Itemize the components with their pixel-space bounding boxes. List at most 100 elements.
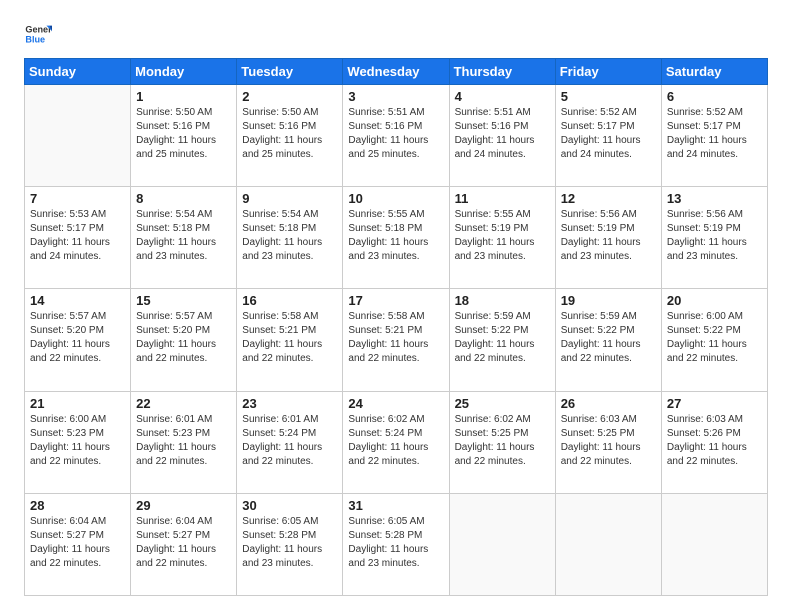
day-number: 25 <box>455 396 550 411</box>
calendar-cell: 22 Sunrise: 6:01 AM Sunset: 5:23 PM Dayli… <box>131 391 237 493</box>
page-header: General Blue <box>24 20 768 48</box>
day-number: 22 <box>136 396 231 411</box>
calendar-cell: 5 Sunrise: 5:52 AM Sunset: 5:17 PM Daylig… <box>555 85 661 187</box>
calendar-cell: 9Sunrise: 5:54 AM Sunset: 5:18 PM Daylig… <box>237 187 343 289</box>
day-number: 21 <box>30 396 125 411</box>
calendar-table: SundayMondayTuesdayWednesdayThursdayFrid… <box>24 58 768 596</box>
calendar-cell: 3 Sunrise: 5:51 AM Sunset: 5:16 PM Daylig… <box>343 85 449 187</box>
day-number: 4 <box>455 89 550 104</box>
day-number: 9 <box>242 191 337 206</box>
calendar-cell: 24Sunrise: 6:02 AM Sunset: 5:24 PM Dayli… <box>343 391 449 493</box>
day-number: 18 <box>455 293 550 308</box>
calendar-week-row: 21Sunrise: 6:00 AM Sunset: 5:23 PM Dayli… <box>25 391 768 493</box>
weekday-header: Tuesday <box>237 59 343 85</box>
day-info: Sunrise: 5:52 AM Sunset: 5:17 PM Dayligh… <box>667 106 762 162</box>
calendar-cell: 30 Sunrise: 6:05 AM Sunset: 5:28 PM Dayli… <box>237 493 343 595</box>
weekday-header-row: SundayMondayTuesdayWednesdayThursdayFrid… <box>25 59 768 85</box>
day-info: Sunrise: 5:58 AM Sunset: 5:21 PM Dayligh… <box>348 310 443 366</box>
calendar-cell: 25 Sunrise: 6:02 AM Sunset: 5:25 PM Dayli… <box>449 391 555 493</box>
day-number: 28 <box>30 498 125 513</box>
calendar-cell <box>449 493 555 595</box>
day-number: 12 <box>561 191 656 206</box>
day-info: Sunrise: 5:57 AM Sunset: 5:20 PM Dayligh… <box>30 310 125 366</box>
calendar-cell: 28 Sunrise: 6:04 AM Sunset: 5:27 PM Dayli… <box>25 493 131 595</box>
day-info: Sunrise: 6:02 AM Sunset: 5:24 PM Dayligh… <box>348 413 443 469</box>
day-number: 16 <box>242 293 337 308</box>
day-info: Sunrise: 5:58 AM Sunset: 5:21 PM Dayligh… <box>242 310 337 366</box>
day-info: Sunrise: 5:55 AM Sunset: 5:19 PM Dayligh… <box>455 208 550 264</box>
logo-icon: General Blue <box>24 20 52 48</box>
day-info: Sunrise: 6:04 AM Sunset: 5:27 PM Dayligh… <box>30 515 125 571</box>
day-info: Sunrise: 5:53 AM Sunset: 5:17 PM Dayligh… <box>30 208 125 264</box>
calendar-cell <box>661 493 767 595</box>
calendar-cell: 8 Sunrise: 5:54 AM Sunset: 5:18 PM Daylig… <box>131 187 237 289</box>
calendar-cell: 31 Sunrise: 6:05 AM Sunset: 5:28 PM Dayli… <box>343 493 449 595</box>
day-info: Sunrise: 6:03 AM Sunset: 5:26 PM Dayligh… <box>667 413 762 469</box>
day-info: Sunrise: 6:01 AM Sunset: 5:24 PM Dayligh… <box>242 413 337 469</box>
calendar-cell: 19 Sunrise: 5:59 AM Sunset: 5:22 PM Dayli… <box>555 289 661 391</box>
day-number: 10 <box>348 191 443 206</box>
calendar-cell: 14Sunrise: 5:57 AM Sunset: 5:20 PM Dayli… <box>25 289 131 391</box>
day-info: Sunrise: 5:50 AM Sunset: 5:16 PM Dayligh… <box>136 106 231 162</box>
calendar-cell <box>555 493 661 595</box>
day-info: Sunrise: 6:03 AM Sunset: 5:25 PM Dayligh… <box>561 413 656 469</box>
day-number: 31 <box>348 498 443 513</box>
day-info: Sunrise: 5:54 AM Sunset: 5:18 PM Dayligh… <box>136 208 231 264</box>
calendar-cell: 20 Sunrise: 6:00 AM Sunset: 5:22 PM Dayli… <box>661 289 767 391</box>
calendar-cell: 1 Sunrise: 5:50 AM Sunset: 5:16 PM Daylig… <box>131 85 237 187</box>
day-info: Sunrise: 5:52 AM Sunset: 5:17 PM Dayligh… <box>561 106 656 162</box>
day-number: 30 <box>242 498 337 513</box>
calendar-cell: 15 Sunrise: 5:57 AM Sunset: 5:20 PM Dayli… <box>131 289 237 391</box>
day-info: Sunrise: 6:05 AM Sunset: 5:28 PM Dayligh… <box>348 515 443 571</box>
day-info: Sunrise: 5:55 AM Sunset: 5:18 PM Dayligh… <box>348 208 443 264</box>
calendar-week-row: 1 Sunrise: 5:50 AM Sunset: 5:16 PM Daylig… <box>25 85 768 187</box>
weekday-header: Thursday <box>449 59 555 85</box>
day-info: Sunrise: 6:00 AM Sunset: 5:22 PM Dayligh… <box>667 310 762 366</box>
day-number: 2 <box>242 89 337 104</box>
svg-text:Blue: Blue <box>25 34 45 44</box>
calendar-cell: 4 Sunrise: 5:51 AM Sunset: 5:16 PM Daylig… <box>449 85 555 187</box>
day-number: 5 <box>561 89 656 104</box>
calendar-cell: 27 Sunrise: 6:03 AM Sunset: 5:26 PM Dayli… <box>661 391 767 493</box>
day-number: 15 <box>136 293 231 308</box>
day-info: Sunrise: 5:51 AM Sunset: 5:16 PM Dayligh… <box>348 106 443 162</box>
day-number: 20 <box>667 293 762 308</box>
calendar-cell: 29Sunrise: 6:04 AM Sunset: 5:27 PM Dayli… <box>131 493 237 595</box>
day-number: 3 <box>348 89 443 104</box>
calendar-cell: 16 Sunrise: 5:58 AM Sunset: 5:21 PM Dayli… <box>237 289 343 391</box>
day-number: 26 <box>561 396 656 411</box>
day-number: 13 <box>667 191 762 206</box>
calendar-cell: 18 Sunrise: 5:59 AM Sunset: 5:22 PM Dayli… <box>449 289 555 391</box>
day-number: 17 <box>348 293 443 308</box>
day-number: 29 <box>136 498 231 513</box>
calendar-cell: 13 Sunrise: 5:56 AM Sunset: 5:19 PM Dayli… <box>661 187 767 289</box>
calendar-cell: 17 Sunrise: 5:58 AM Sunset: 5:21 PM Dayli… <box>343 289 449 391</box>
day-number: 8 <box>136 191 231 206</box>
weekday-header: Friday <box>555 59 661 85</box>
day-info: Sunrise: 5:56 AM Sunset: 5:19 PM Dayligh… <box>667 208 762 264</box>
day-number: 27 <box>667 396 762 411</box>
day-number: 6 <box>667 89 762 104</box>
calendar-week-row: 14Sunrise: 5:57 AM Sunset: 5:20 PM Dayli… <box>25 289 768 391</box>
day-number: 7 <box>30 191 125 206</box>
day-info: Sunrise: 6:05 AM Sunset: 5:28 PM Dayligh… <box>242 515 337 571</box>
day-info: Sunrise: 5:57 AM Sunset: 5:20 PM Dayligh… <box>136 310 231 366</box>
day-number: 19 <box>561 293 656 308</box>
day-info: Sunrise: 5:59 AM Sunset: 5:22 PM Dayligh… <box>561 310 656 366</box>
day-info: Sunrise: 5:59 AM Sunset: 5:22 PM Dayligh… <box>455 310 550 366</box>
calendar-cell: 6 Sunrise: 5:52 AM Sunset: 5:17 PM Daylig… <box>661 85 767 187</box>
calendar-cell: 12Sunrise: 5:56 AM Sunset: 5:19 PM Dayli… <box>555 187 661 289</box>
day-info: Sunrise: 5:51 AM Sunset: 5:16 PM Dayligh… <box>455 106 550 162</box>
calendar-week-row: 7 Sunrise: 5:53 AM Sunset: 5:17 PM Daylig… <box>25 187 768 289</box>
calendar-week-row: 28 Sunrise: 6:04 AM Sunset: 5:27 PM Dayli… <box>25 493 768 595</box>
calendar-cell: 2Sunrise: 5:50 AM Sunset: 5:16 PM Daylig… <box>237 85 343 187</box>
weekday-header: Wednesday <box>343 59 449 85</box>
calendar-cell: 23Sunrise: 6:01 AM Sunset: 5:24 PM Dayli… <box>237 391 343 493</box>
logo: General Blue <box>24 20 52 48</box>
day-number: 1 <box>136 89 231 104</box>
weekday-header: Saturday <box>661 59 767 85</box>
day-info: Sunrise: 6:02 AM Sunset: 5:25 PM Dayligh… <box>455 413 550 469</box>
day-info: Sunrise: 6:01 AM Sunset: 5:23 PM Dayligh… <box>136 413 231 469</box>
weekday-header: Sunday <box>25 59 131 85</box>
calendar-cell: 21Sunrise: 6:00 AM Sunset: 5:23 PM Dayli… <box>25 391 131 493</box>
